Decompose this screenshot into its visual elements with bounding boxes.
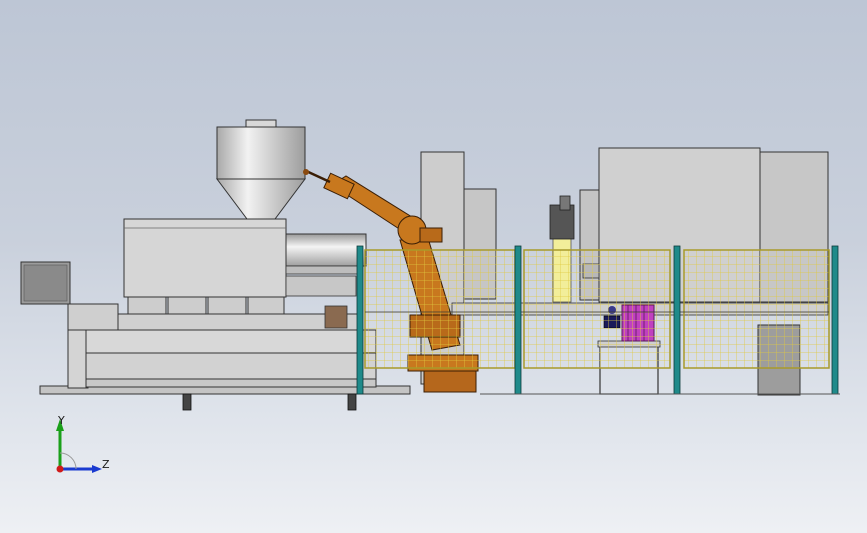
graphics-viewport[interactable]: Y Z [0,0,867,533]
y-axis-label: Y [58,414,65,427]
material-hopper[interactable] [216,119,306,220]
barrel [285,233,367,267]
injection-unit-housing [123,218,287,298]
cad-model-view[interactable] [0,0,867,533]
heater-bands [127,296,285,315]
machine-foot-left [182,393,192,411]
machine-foot-right [347,393,357,411]
injection-molding-machine[interactable] [20,218,411,411]
z-axis-label: Z [102,458,110,471]
